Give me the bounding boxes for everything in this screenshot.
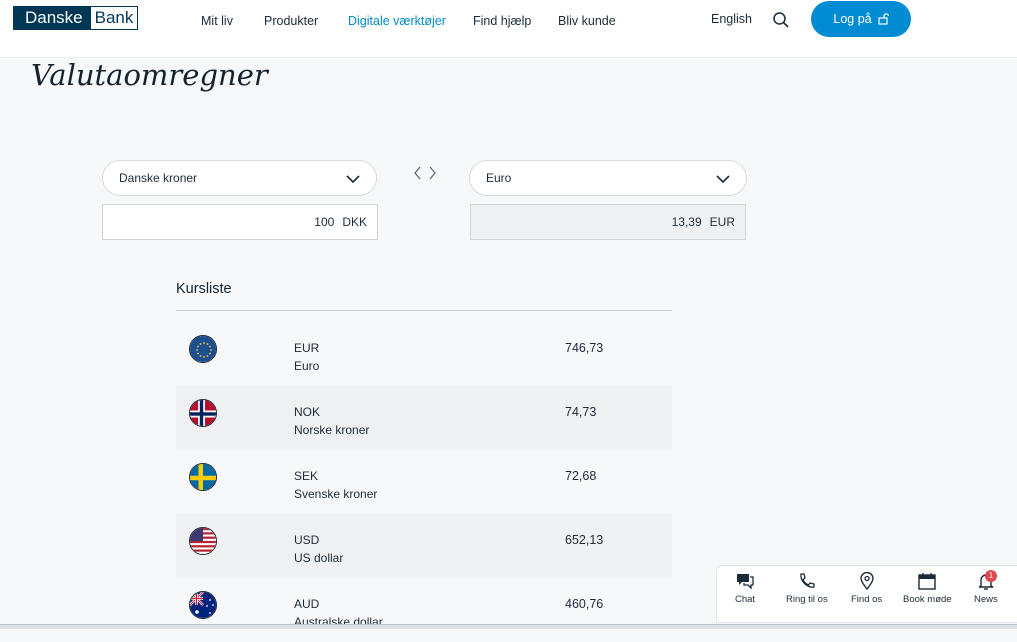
to-amount-output: 13,39 EUR [470,204,746,240]
chevron-down-icon [716,175,730,184]
currency-rate: 746,73 [565,341,604,355]
search-icon[interactable] [772,11,790,29]
login-label: Log på [833,12,872,26]
book-meeting-button[interactable]: Book møde [903,572,952,605]
from-currency-select[interactable]: Danske kroner [102,160,377,196]
rate-list: EUR Euro 746,73 NOK Norske kroner 74,73 … [176,322,672,642]
nav-produkter[interactable]: Produkter [264,14,318,28]
rate-row-usd: USD US dollar 652,13 [176,514,672,578]
to-amount-value: 13,39 [671,215,702,229]
usa-flag-icon [189,527,217,555]
rate-row-eur: EUR Euro 746,73 [176,322,672,386]
to-currency-value: Euro [486,171,512,185]
currency-code: AUD [294,597,320,611]
book-meeting-label: Book møde [903,594,952,605]
from-currency-value: Danske kroner [119,171,198,185]
chat-icon [737,574,754,590]
find-us-label: Find os [851,594,883,605]
logo-danske: Danske [13,6,90,30]
login-button[interactable]: Log på [811,1,911,37]
australia-flag-icon [189,591,217,619]
currency-rate: 74,73 [565,405,597,419]
location-icon [859,572,874,590]
page-title: Valutaomregner [31,58,268,92]
currency-name: Svenske kroner [294,487,378,501]
currency-code: NOK [294,405,321,419]
phone-icon [800,573,815,588]
chat-button[interactable]: Chat [735,572,755,605]
currency-name: Euro [294,359,320,373]
danske-bank-logo[interactable]: Danske Bank [13,6,139,30]
currency-code: USD [294,533,320,547]
rate-list-heading: Kursliste [176,281,232,297]
nav-mit-liv[interactable]: Mit liv [201,14,233,28]
currency-rate: 72,68 [565,469,597,483]
find-us-button[interactable]: Find os [851,572,882,605]
nav-find-hjaelp[interactable]: Find hjælp [473,14,531,28]
from-currency-code: DKK [342,215,367,229]
news-badge: 1 [985,570,997,582]
from-amount-input[interactable]: 100 DKK [102,204,378,240]
calendar-icon [918,573,936,590]
norway-flag-icon [189,399,217,427]
logo-bank: Bank [89,6,139,30]
rate-row-nok: NOK Norske kroner 74,73 [176,386,672,450]
help-widget: Chat Ring til os Find os Book møde News [716,565,1017,623]
rate-row-sek: SEK Svenske kroner 72,68 [176,450,672,514]
site-header: Danske Bank Mit liv Produkter Digitale v… [0,0,1017,58]
currency-name: US dollar [294,551,344,565]
bottom-strip [0,624,1017,629]
sweden-flag-icon [189,463,217,491]
from-amount-value: 100 [314,215,335,229]
chevron-down-icon [346,175,360,184]
to-currency-code: EUR [709,215,735,229]
currency-rate: 460,76 [565,597,604,611]
nav-bliv-kunde[interactable]: Bliv kunde [558,14,616,28]
currency-code: SEK [294,469,319,483]
currency-rate: 652,13 [565,533,604,547]
news-label: News [974,594,998,605]
divider [176,310,672,311]
call-button[interactable]: Ring til os [786,572,828,605]
unlock-icon [878,13,889,25]
eu-flag-icon [189,335,217,363]
chat-label: Chat [735,594,756,605]
swap-currencies-icon[interactable] [412,165,438,181]
currency-name: Norske kroner [294,423,370,437]
nav-digitale-vaerktoejer[interactable]: Digitale værktøjer [348,14,446,28]
call-label: Ring til os [786,594,828,605]
rate-row-aud: AUD Australske dollar 460,76 [176,578,672,642]
language-switch[interactable]: English [711,12,752,26]
to-currency-select[interactable]: Euro [469,160,747,196]
currency-code: EUR [294,341,320,355]
